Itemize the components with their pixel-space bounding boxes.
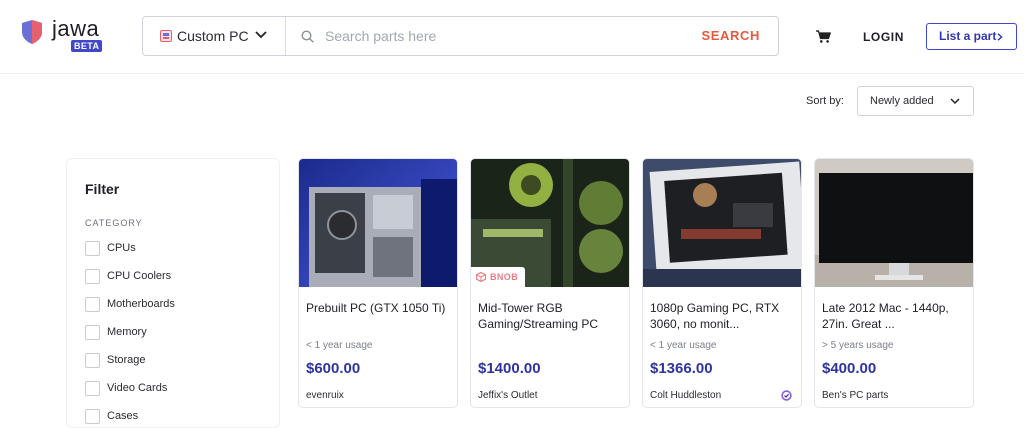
listing-title: Late 2012 Mac - 1440p, 27in. Great ... (822, 301, 949, 331)
checkbox[interactable] (85, 269, 100, 284)
top-header: jawa BETA Custom PC SEARCH LOGIN List a … (0, 0, 1024, 74)
list-a-part-button[interactable]: List a part (926, 23, 1017, 50)
chevron-down-icon (950, 98, 960, 105)
cart-icon[interactable] (816, 30, 831, 43)
listing-seller[interactable]: evenruix (306, 390, 344, 401)
category-selected: Custom PC (177, 28, 249, 44)
category-label: Storage (107, 354, 146, 366)
listing-title: Prebuilt PC (GTX 1050 Ti) (306, 301, 446, 315)
verified-seller-icon (781, 390, 792, 401)
sort-label: Sort by: (806, 95, 844, 107)
search-input[interactable] (325, 26, 695, 46)
listing-photo (815, 159, 973, 287)
listing-photo (643, 159, 801, 287)
filter-panel: Filter CATEGORY CPUs CPU Coolers Motherb… (66, 158, 280, 428)
category-checkbox-memory[interactable]: Memory (85, 325, 265, 341)
search-bar: Custom PC SEARCH (142, 16, 779, 56)
search-button[interactable]: SEARCH (702, 28, 761, 43)
brand-name: jawa (52, 16, 100, 41)
listing-usage: < 1 year usage (306, 340, 373, 351)
category-checkbox-cpus[interactable]: CPUs (85, 241, 265, 257)
listing-card[interactable]: BNOB Mid-Tower RGB Gaming/Streaming PC $… (470, 158, 630, 408)
category-label: Cases (107, 410, 139, 422)
category-checkbox-cpu-coolers[interactable]: CPU Coolers (85, 269, 265, 285)
custom-pc-icon (160, 30, 172, 42)
bnob-badge: BNOB (471, 267, 526, 287)
checkbox[interactable] (85, 381, 100, 396)
sort-selected: Newly added (870, 95, 934, 107)
list-a-part-label: List a part (939, 29, 997, 43)
checkbox[interactable] (85, 297, 100, 312)
listing-title: Mid-Tower RGB Gaming/Streaming PC (478, 301, 599, 331)
category-label: Video Cards (107, 382, 168, 394)
checkbox[interactable] (85, 325, 100, 340)
listing-price: $1400.00 (478, 360, 541, 377)
jawa-logo[interactable]: jawa BETA (22, 16, 112, 54)
listing-price: $1366.00 (650, 360, 713, 377)
category-checkbox-motherboards[interactable]: Motherboards (85, 297, 265, 313)
beta-badge: BETA (71, 40, 103, 52)
checkbox[interactable] (85, 409, 100, 424)
bnob-label: BNOB (490, 272, 519, 282)
category-dropdown[interactable]: Custom PC (143, 17, 286, 55)
checkbox[interactable] (85, 241, 100, 256)
search-icon (301, 30, 314, 43)
category-checkbox-storage[interactable]: Storage (85, 353, 265, 369)
checkbox[interactable] (85, 353, 100, 368)
listing-card[interactable]: 1080p Gaming PC, RTX 3060, no monit... <… (642, 158, 802, 408)
listing-seller[interactable]: Colt Huddleston (650, 390, 721, 401)
listing-photo (299, 159, 457, 287)
listing-price: $600.00 (306, 360, 361, 377)
listing-seller[interactable]: Ben's PC parts (822, 390, 888, 401)
sort-dropdown[interactable]: Newly added (857, 86, 974, 116)
listing-usage: > 5 years usage (822, 340, 894, 351)
category-label: CPU Coolers (107, 270, 172, 282)
listing-card[interactable]: Late 2012 Mac - 1440p, 27in. Great ... >… (814, 158, 974, 408)
box-icon (475, 271, 487, 283)
category-checkbox-video-cards[interactable]: Video Cards (85, 381, 265, 397)
filter-title: Filter (85, 181, 120, 197)
listing-usage: < 1 year usage (650, 340, 717, 351)
listing-card[interactable]: Prebuilt PC (GTX 1050 Ti) < 1 year usage… (298, 158, 458, 408)
category-label: Memory (107, 326, 147, 338)
listing-seller[interactable]: Jeffix's Outlet (478, 390, 538, 401)
listing-price: $400.00 (822, 360, 877, 377)
category-label: Motherboards (107, 298, 175, 310)
category-checkbox-cases[interactable]: Cases (85, 409, 265, 425)
chevron-down-icon (255, 31, 267, 39)
login-link[interactable]: LOGIN (863, 30, 904, 44)
chevron-right-icon (997, 33, 1003, 41)
category-label: CPUs (107, 242, 136, 254)
shield-logo-icon (22, 20, 42, 44)
listing-title: 1080p Gaming PC, RTX 3060, no monit... (650, 301, 780, 331)
category-heading: CATEGORY (85, 218, 143, 228)
